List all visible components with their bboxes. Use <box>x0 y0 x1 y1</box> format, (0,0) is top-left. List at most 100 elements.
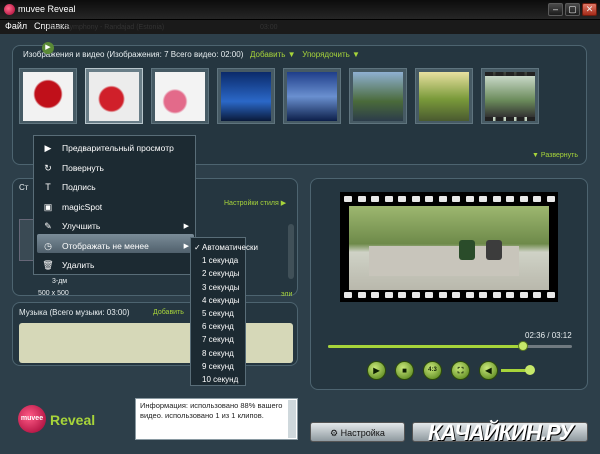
watermark: КАЧАЙКИН.РУ <box>428 420 574 445</box>
add-music-button[interactable]: Добавить <box>153 309 184 316</box>
context-item-label: Предварительный просмотр <box>62 143 174 153</box>
context-item-magicspot[interactable]: ▣ magicSpot <box>34 198 197 217</box>
progress-fill <box>328 345 524 348</box>
context-item-rotate[interactable]: ↻ Повернуть <box>34 159 197 178</box>
context-item-label: Повернуть <box>62 162 104 173</box>
film-hole <box>519 292 528 298</box>
add-media-button[interactable]: Добавить ▼ <box>250 50 296 59</box>
context-item-label: Удалить <box>62 260 95 270</box>
enhance-icon: ✎ <box>44 221 52 231</box>
duration-option[interactable]: 10 секунд <box>191 373 247 386</box>
check-icon: ✓ <box>194 243 201 252</box>
film-hole <box>425 196 433 202</box>
media-heading-text: Изображения и видео (Изображения: 7 Всег… <box>23 50 244 59</box>
progress-handle[interactable] <box>518 341 529 351</box>
film-hole <box>357 292 366 298</box>
music-play-icon[interactable]: ▶ <box>42 42 54 54</box>
thumbnail-rose-red[interactable] <box>19 68 77 124</box>
duration-option[interactable]: 1 секунда <box>191 254 247 267</box>
film-hole <box>371 196 379 202</box>
fullscreen-icon[interactable]: ⛶ <box>451 361 470 380</box>
film-hole <box>425 292 433 298</box>
maximize-icon[interactable]: ▢ <box>565 3 580 16</box>
expand-button[interactable]: ▼ Развернуть <box>532 152 578 159</box>
window-title: muvee Reveal <box>18 4 76 14</box>
music-track[interactable] <box>19 323 293 363</box>
style-badge: 3-дм <box>52 278 68 285</box>
video-frame <box>349 206 549 290</box>
context-item-play[interactable]: ▶ Предварительный просмотр <box>34 139 197 158</box>
info-scrollbar[interactable] <box>288 400 296 438</box>
video-preview[interactable] <box>340 192 558 302</box>
info-text: Информация: использовано 88% вашего виде… <box>140 401 283 420</box>
volume-handle[interactable] <box>525 365 535 375</box>
film-hole <box>479 196 487 202</box>
volume-icon[interactable]: ◀ <box>479 361 498 380</box>
duration-option[interactable]: 2 секунды <box>191 267 247 280</box>
film-hole <box>411 292 420 298</box>
duration-option[interactable]: 3 секунды <box>191 281 247 294</box>
film-hole <box>384 196 393 202</box>
film-hole <box>546 292 555 298</box>
expand-icon: ▼ <box>532 152 541 159</box>
style-more-link[interactable]: эли <box>281 291 292 298</box>
film-hole <box>506 196 514 202</box>
duration-icon: ◷ <box>44 240 52 251</box>
thumbnail-lake-mountain[interactable] <box>283 68 341 124</box>
thumbnail-family-group[interactable] <box>349 68 407 124</box>
film-hole <box>371 292 379 298</box>
aspect-ratio-button[interactable]: 4:3 <box>423 361 442 380</box>
duration-option[interactable]: 7 секунд <box>191 333 247 346</box>
style-size: 500 x 500 <box>38 290 69 297</box>
play-icon[interactable]: ▶ <box>367 361 386 380</box>
settings-button[interactable]: ⚙ Настройка <box>310 422 405 442</box>
duration-option[interactable]: 4 секунды <box>191 294 247 307</box>
context-item-label: magicSpot <box>62 201 103 212</box>
film-hole <box>438 196 447 202</box>
muvee-logo: muvee <box>18 405 46 433</box>
duration-option[interactable]: 6 секунд <box>191 320 247 333</box>
film-hole <box>452 292 460 298</box>
film-hole <box>344 196 352 202</box>
text-icon: T <box>45 182 51 192</box>
music-track-time: 03:00 <box>260 24 278 31</box>
delete-icon: 🗑 <box>42 260 54 270</box>
frame-kart <box>486 240 502 260</box>
context-item-enhance[interactable]: ✎ Улучшить ▶ <box>34 217 197 236</box>
sort-media-button[interactable]: Упорядочить ▼ <box>302 50 360 59</box>
film-hole <box>519 196 528 202</box>
thumbnail-strip <box>19 68 559 130</box>
context-item-delete[interactable]: 🗑 Удалить <box>34 256 197 275</box>
film-hole <box>384 292 393 298</box>
muvee-app-icon <box>4 4 15 15</box>
style-heading: Ст <box>19 183 29 192</box>
duration-submenu: Автоматически ✓ 1 секунда 2 секунды 3 секунд… <box>190 237 258 386</box>
thumbnail-rose-white[interactable] <box>85 68 143 124</box>
frame-kart <box>459 240 475 260</box>
thumbnail-gazebo-video[interactable] <box>481 68 539 124</box>
context-item-text[interactable]: T Подпись <box>34 178 197 197</box>
title-bar <box>0 0 600 20</box>
thumbnail-night-sea[interactable] <box>217 68 275 124</box>
submenu-arrow-icon: ▶ <box>183 223 189 230</box>
style-scrollbar[interactable] <box>288 224 294 279</box>
stop-icon[interactable]: ■ <box>395 361 414 380</box>
duration-option[interactable]: 5 секунд <box>191 307 247 320</box>
film-hole <box>479 292 487 298</box>
music-panel: Музыка (Всего музыки: 03:00) Добавить <box>12 302 298 366</box>
play-icon: ▶ <box>44 143 52 153</box>
context-item-label: Подпись <box>62 182 96 192</box>
submenu-arrow-icon: ▶ <box>183 242 189 250</box>
duration-option[interactable]: Автоматически ✓ <box>191 241 258 254</box>
duration-option[interactable]: 8 секунд <box>191 347 247 360</box>
thumbnail-rose-pink[interactable] <box>151 68 209 124</box>
duration-option[interactable]: 9 секунд <box>191 360 247 373</box>
thumbnail-people-tree[interactable] <box>415 68 473 124</box>
time-readout: 02:36 / 03:12 <box>525 331 572 340</box>
menu-file[interactable]: Файл <box>5 21 27 31</box>
context-item-label: Отображать не менее <box>62 240 149 251</box>
minimize-icon[interactable]: ‒ <box>548 3 563 16</box>
close-icon[interactable]: ✕ <box>582 3 597 16</box>
style-settings-button[interactable]: Настройки стиля ▶ <box>224 199 286 207</box>
context-item-duration[interactable]: ◷ Отображать не менее ▶ <box>34 237 197 256</box>
